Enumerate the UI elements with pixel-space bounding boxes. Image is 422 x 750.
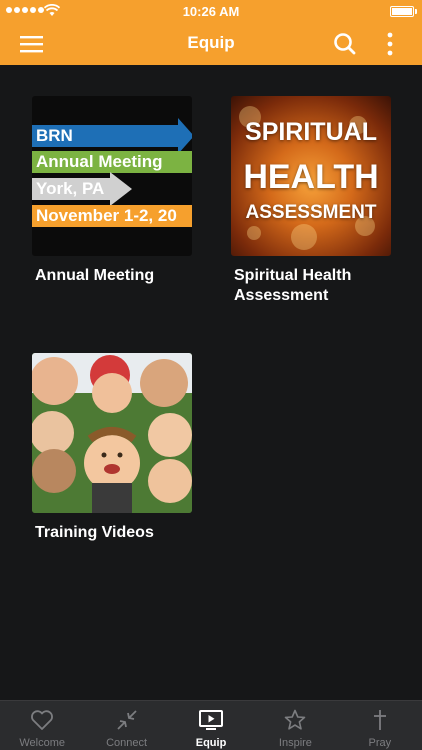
spiritual-health-thumbnail: SPIRITUAL HEALTH ASSESSMENT [231,96,391,256]
cross-icon [373,710,386,730]
thumb-text-health: HEALTH [243,158,379,196]
thumb-line-location: York, PA [32,178,110,200]
thumb-text-spiritual: SPIRITUAL [245,118,377,146]
tab-inspire[interactable]: Inspire [253,701,337,750]
tile-label: Training Videos [35,524,154,541]
status-time: 10:26 AM [182,4,240,19]
thumb-line-brn: BRN [32,125,178,147]
search-icon[interactable] [332,31,358,57]
tab-label: Connect [106,737,148,749]
shrink-arrows-icon [116,710,137,730]
tile-annual-meeting[interactable]: BRN Annual Meeting York, PA November 1-2… [32,96,194,286]
tab-welcome[interactable]: Welcome [0,701,84,750]
children-faces-image [32,353,192,513]
play-screen-icon [199,710,224,730]
thumb-text-assessment: ASSESSMENT [245,202,377,223]
tab-label: Pray [368,737,392,749]
tile-spiritual-health-assessment[interactable]: SPIRITUAL HEALTH ASSESSMENT Spiritual He… [231,96,393,306]
page-title: Equip [187,33,235,52]
tab-label: Welcome [19,737,66,749]
status-bar: 10:26 AM [0,0,422,22]
battery-icon [390,6,414,17]
tile-label: Spiritual Health Assessment [234,267,352,304]
tab-connect[interactable]: Connect [84,701,168,750]
tile-training-videos[interactable]: Training Videos [32,353,194,543]
more-options-icon[interactable] [380,31,400,57]
thumb-line-annual-meeting: Annual Meeting [32,151,192,173]
children-photo-thumbnail [32,353,192,513]
battery-tip [415,9,417,14]
tab-equip[interactable]: Equip [169,701,253,750]
tab-label: Equip [195,737,227,749]
annual-meeting-thumbnail: BRN Annual Meeting York, PA November 1-2… [32,96,192,256]
arrow-tip-blue [178,118,192,154]
tile-label: Annual Meeting [35,267,155,284]
bokeh-light [247,226,261,240]
tab-pray[interactable]: Pray [338,701,422,750]
bokeh-light [291,224,317,250]
bottom-tab-bar: Welcome Connect Equip Inspire Pray [0,700,422,750]
heart-icon [31,710,54,730]
nav-bar: Equip [0,22,422,65]
tab-label: Inspire [278,737,312,749]
thumb-line-date: November 1-2, 20 [32,205,192,227]
arrow-tip-grey [110,172,132,206]
star-icon [285,709,306,730]
